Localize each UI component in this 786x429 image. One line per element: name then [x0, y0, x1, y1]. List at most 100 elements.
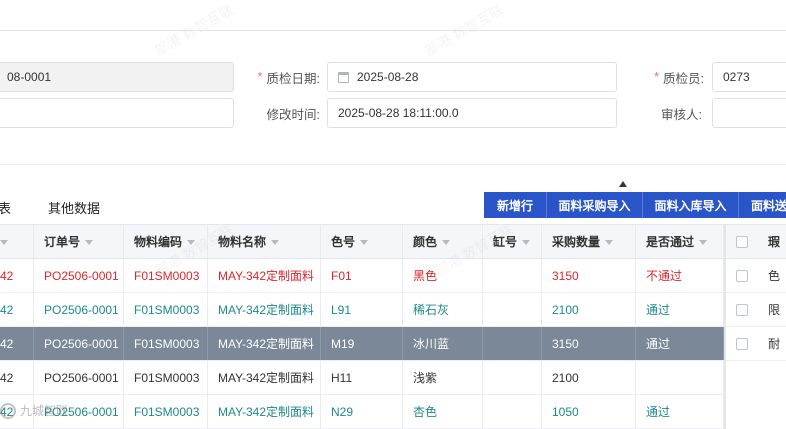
- top-divider: [0, 30, 786, 31]
- fabric-send-button[interactable]: 面料送: [739, 192, 786, 218]
- vat-cell[interactable]: [483, 259, 542, 292]
- filter-icon[interactable]: [522, 240, 531, 245]
- section-divider: [0, 164, 786, 165]
- filter-icon[interactable]: [442, 240, 451, 245]
- color-no-cell[interactable]: F01: [321, 259, 403, 292]
- material-code-cell[interactable]: F01SM0003: [124, 293, 208, 326]
- document-code-field[interactable]: 08-0001: [0, 62, 234, 92]
- pass-cell[interactable]: 通过: [636, 293, 724, 326]
- vat-cell[interactable]: [483, 327, 542, 360]
- collapse-caret-icon[interactable]: [619, 181, 627, 187]
- order-cell[interactable]: PO2506-0001: [34, 327, 124, 360]
- qty-cell[interactable]: 2100: [542, 293, 636, 326]
- filter-icon[interactable]: [605, 240, 614, 245]
- vat-cell[interactable]: [483, 395, 542, 428]
- qty-cell[interactable]: 3150: [542, 327, 636, 360]
- col-header-partial[interactable]: [0, 225, 34, 258]
- modified-time-label: 修改时间:: [266, 107, 320, 122]
- select-all-checkbox[interactable]: [736, 235, 748, 248]
- watermark-logo-icon: [0, 402, 16, 419]
- col-header-material-name[interactable]: 物料名称: [208, 225, 321, 258]
- filter-icon[interactable]: [360, 240, 369, 245]
- vat-cell[interactable]: [483, 293, 542, 326]
- defect-row[interactable]: 色: [726, 259, 786, 293]
- inspector-value: 0273: [723, 70, 750, 84]
- filter-icon[interactable]: [85, 240, 94, 245]
- col-header-color-no[interactable]: 色号: [321, 225, 403, 258]
- table-row[interactable]: 42 PO2506-0001 F01SM0003 MAY-342定制面料 H11 浅紫 21…: [0, 361, 724, 395]
- fabric-inbound-import-button[interactable]: 面料入库导入: [643, 192, 739, 218]
- pass-cell[interactable]: 不通过: [636, 259, 724, 292]
- color-cell[interactable]: 浅紫: [403, 361, 483, 394]
- col-header-material-code[interactable]: 物料编码: [124, 225, 208, 258]
- material-name-cell[interactable]: MAY-342定制面料: [208, 293, 321, 326]
- color-cell[interactable]: 稀石灰: [403, 293, 483, 326]
- table-row[interactable]: 42 PO2506-0001 F01SM0003 MAY-342定制面料 F01 黑色 31…: [0, 259, 724, 293]
- material-code-cell[interactable]: F01SM0003: [124, 395, 208, 428]
- table-body: 42 PO2506-0001 F01SM0003 MAY-342定制面料 F01 黑色 31…: [0, 259, 724, 429]
- material-name-cell[interactable]: MAY-342定制面料: [208, 395, 321, 428]
- filter-icon[interactable]: [187, 240, 196, 245]
- fabric-purchase-import-button[interactable]: 面料采购导入: [547, 192, 643, 218]
- inspector-label: * 质检员:: [654, 70, 704, 86]
- row-partial-cell[interactable]: 42: [0, 361, 34, 394]
- filter-icon[interactable]: [271, 240, 280, 245]
- remark-field[interactable]: [0, 98, 234, 128]
- color-no-cell[interactable]: H11: [321, 361, 403, 394]
- table-row[interactable]: 42 PO2506-0001 F01SM0003 MAY-342定制面料 L91 稀石灰 2…: [0, 293, 724, 327]
- row-checkbox[interactable]: [736, 303, 748, 316]
- table-row[interactable]: 42 PO2506-0001 F01SM0003 MAY-342定制面料 M19 冰川蓝 3…: [0, 327, 724, 361]
- material-code-cell[interactable]: F01SM0003: [124, 259, 208, 292]
- table-row[interactable]: 42 PO2506-0001 F01SM0003 MAY-342定制面料 N29 杏色 10…: [0, 395, 724, 429]
- table-header: 订单号 物料编码 物料名称 色号 颜色 缸号 采购数量 是否通过: [0, 225, 724, 259]
- defect-row[interactable]: 耐: [726, 327, 786, 361]
- material-code-cell[interactable]: F01SM0003: [124, 327, 208, 360]
- inspector-field[interactable]: 0273: [712, 62, 786, 92]
- reviewer-field[interactable]: [712, 98, 786, 128]
- inspect-date-label: * 质检日期:: [257, 70, 320, 86]
- color-cell[interactable]: 黑色: [403, 259, 483, 292]
- bottom-watermark: 九城智联: [0, 402, 68, 419]
- col-header-order[interactable]: 订单号: [34, 225, 124, 258]
- pass-cell[interactable]: 通过: [636, 395, 724, 428]
- modified-time-field[interactable]: 2025-08-28 18:11:00.0: [327, 98, 617, 128]
- order-cell[interactable]: PO2506-0001: [34, 361, 124, 394]
- color-no-cell[interactable]: L91: [321, 293, 403, 326]
- qty-cell[interactable]: 1050: [542, 395, 636, 428]
- row-checkbox[interactable]: [736, 269, 748, 282]
- toolbar: 新增行 面料采购导入 面料入库导入 面料送: [484, 192, 786, 218]
- filter-icon[interactable]: [0, 240, 8, 245]
- row-partial-cell[interactable]: 42: [0, 327, 34, 360]
- color-cell[interactable]: 冰川蓝: [403, 327, 483, 360]
- qty-cell[interactable]: 2100: [542, 361, 636, 394]
- tab-detail[interactable]: 表: [0, 198, 11, 217]
- color-no-cell[interactable]: N29: [321, 395, 403, 428]
- order-cell[interactable]: PO2506-0001: [34, 259, 124, 292]
- row-checkbox[interactable]: [736, 337, 748, 350]
- pass-cell[interactable]: 通过: [636, 327, 724, 360]
- defect-row[interactable]: 限: [726, 293, 786, 327]
- col-header-qty[interactable]: 采购数量: [542, 225, 636, 258]
- material-name-cell[interactable]: MAY-342定制面料: [208, 259, 321, 292]
- inspect-date-field[interactable]: 2025-08-28: [327, 62, 617, 92]
- qty-cell[interactable]: 3150: [542, 259, 636, 292]
- tab-other-data[interactable]: 其他数据: [48, 198, 100, 217]
- col-header-pass[interactable]: 是否通过: [636, 225, 724, 258]
- material-name-cell[interactable]: MAY-342定制面料: [208, 361, 321, 394]
- material-name-cell[interactable]: MAY-342定制面料: [208, 327, 321, 360]
- row-partial-cell[interactable]: 42: [0, 293, 34, 326]
- col-header-color[interactable]: 颜色: [403, 225, 483, 258]
- modified-time-value: 2025-08-28 18:11:00.0: [338, 106, 459, 120]
- inspection-table: 订单号 物料编码 物料名称 色号 颜色 缸号 采购数量 是否通过 42 PO250…: [0, 224, 724, 429]
- material-code-cell[interactable]: F01SM0003: [124, 361, 208, 394]
- order-cell[interactable]: PO2506-0001: [34, 293, 124, 326]
- calendar-icon: [338, 71, 349, 83]
- pass-cell[interactable]: [636, 361, 724, 394]
- add-row-button[interactable]: 新增行: [484, 192, 547, 218]
- filter-icon[interactable]: [699, 240, 708, 245]
- color-cell[interactable]: 杏色: [403, 395, 483, 428]
- vat-cell[interactable]: [483, 361, 542, 394]
- col-header-vat[interactable]: 缸号: [483, 225, 542, 258]
- row-partial-cell[interactable]: 42: [0, 259, 34, 292]
- color-no-cell[interactable]: M19: [321, 327, 403, 360]
